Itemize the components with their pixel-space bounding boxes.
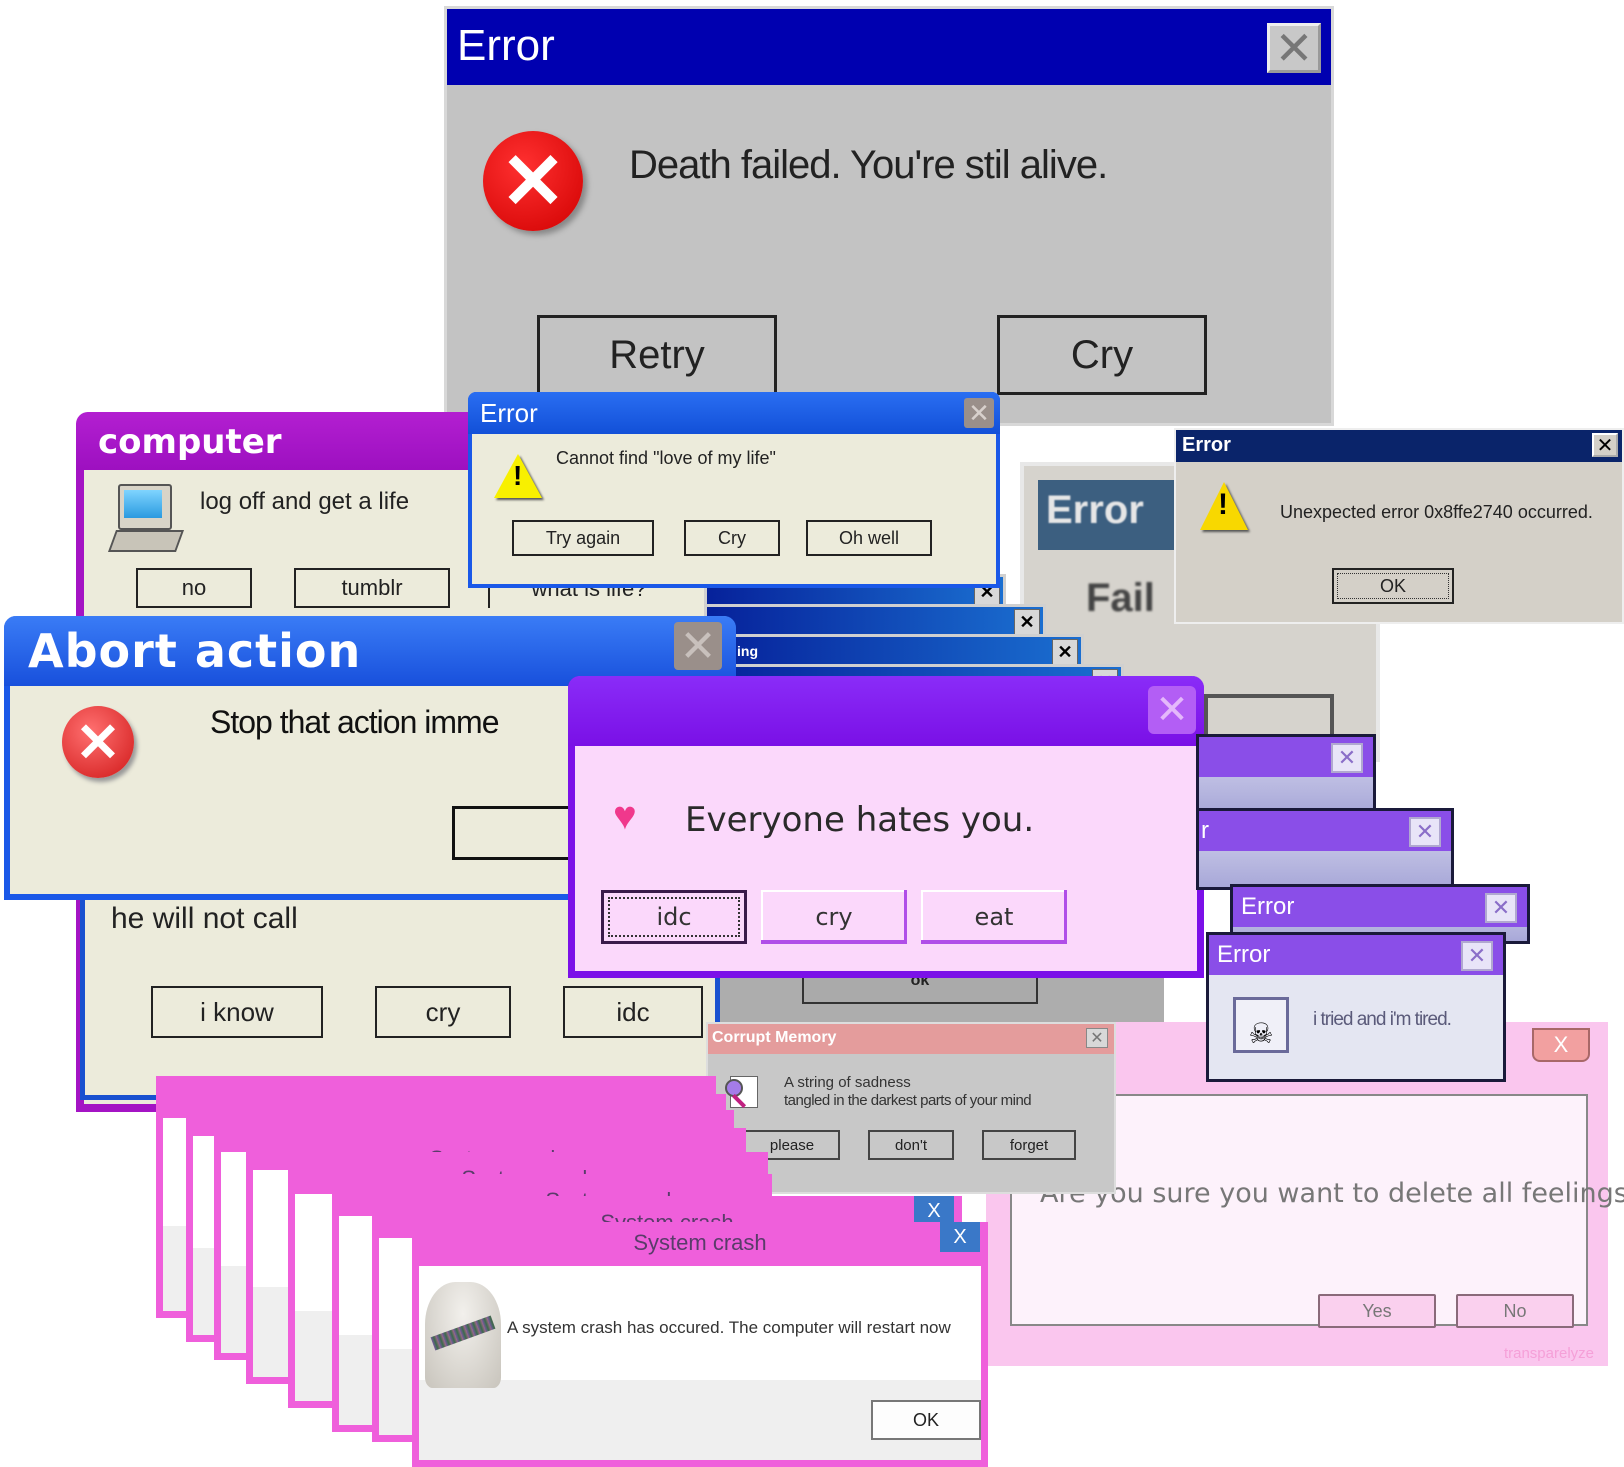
dialog-title: computer xyxy=(98,422,282,462)
dialog-title: Error xyxy=(457,21,555,70)
yes-button[interactable]: Yes xyxy=(1318,1294,1436,1328)
statue-image xyxy=(425,1282,501,1388)
dialog-message: he will not call xyxy=(111,902,298,935)
error-x-icon: ✕ xyxy=(62,706,134,778)
dialog-message: Fail xyxy=(1086,576,1155,620)
ok-button[interactable]: OK xyxy=(1332,568,1454,604)
close-icon: ✕ xyxy=(1090,1030,1104,1047)
close-icon: ✕ xyxy=(1596,434,1614,457)
idc-button[interactable]: idc xyxy=(601,890,747,944)
close-icon[interactable]: ✕ xyxy=(1409,817,1441,847)
dialog-message: Everyone hates you. xyxy=(685,800,1035,840)
dialog-message: i tried and i'm tired. xyxy=(1313,1009,1452,1030)
dont-button[interactable]: don't xyxy=(868,1130,954,1160)
close-icon[interactable]: ✕ xyxy=(1014,609,1040,635)
forget-button[interactable]: forget xyxy=(982,1130,1076,1160)
close-button[interactable]: ✕ xyxy=(964,398,994,428)
dialog-message: Death failed. You're stil alive. xyxy=(629,143,1108,187)
love-error-dialog: Error ✕ ! Cannot find "love of my life" … xyxy=(468,392,1000,588)
close-icon: ✕ xyxy=(968,397,990,428)
window-title: Error xyxy=(1217,941,1271,968)
close-icon[interactable]: ✕ xyxy=(1052,639,1078,665)
cry-button[interactable]: Cry xyxy=(997,315,1207,395)
message-line-1: A string of sadness xyxy=(784,1074,911,1091)
warning-exclaim: ! xyxy=(513,460,523,491)
dialog-title: Abort action xyxy=(28,624,362,678)
dialog-title: Error xyxy=(480,398,538,428)
close-button[interactable]: ✕ xyxy=(674,621,722,671)
window-title: System crash xyxy=(633,1230,767,1255)
close-button[interactable]: ✕ xyxy=(1592,433,1618,457)
oh-well-button[interactable]: Oh well xyxy=(806,520,932,556)
close-icon[interactable]: ✕ xyxy=(1331,743,1363,773)
dialog-title: Corrupt Memory xyxy=(712,1029,837,1046)
tumblr-button[interactable]: tumblr xyxy=(294,568,450,608)
system-crash-window-front: System crash X A system crash has occure… xyxy=(412,1222,988,1467)
try-again-button[interactable]: Try again xyxy=(512,520,654,556)
i-know-button[interactable]: i know xyxy=(151,986,323,1038)
message-line-2: tangled in the darkest parts of your min… xyxy=(784,1092,1032,1109)
stacked-window-bar: ✕ xyxy=(704,604,1046,638)
window-title: ing xyxy=(737,643,758,659)
close-button[interactable]: ✕ xyxy=(1267,22,1321,74)
window-title: Error xyxy=(1241,893,1295,920)
window-title: r xyxy=(1201,817,1209,844)
cry-button[interactable]: Cry xyxy=(684,520,780,556)
no-button[interactable]: no xyxy=(136,568,252,608)
close-icon: ✕ xyxy=(1274,22,1314,74)
title-bar: System crash X xyxy=(412,1222,988,1266)
error-x-icon: ✕ xyxy=(483,131,583,231)
close-icon: ✕ xyxy=(1155,688,1189,732)
title-bar: r ✕ xyxy=(1199,811,1451,851)
close-button[interactable]: X xyxy=(1532,1028,1590,1062)
heart-icon: ♥ xyxy=(613,794,637,838)
dialog-message: Cannot find "love of my life" xyxy=(556,448,776,468)
no-button[interactable]: No xyxy=(1456,1294,1574,1328)
eat-button[interactable]: eat xyxy=(921,890,1067,944)
magnifier-document-icon xyxy=(725,1076,758,1109)
death-error-dialog: Error ✕ ✕ Death failed. You're stil aliv… xyxy=(444,6,1334,426)
cry-button[interactable]: cry xyxy=(761,890,907,944)
unexpected-error-dialog: Error ✕ ! Unexpected error 0x8ffe2740 oc… xyxy=(1174,428,1624,624)
title-bar: ✕ xyxy=(1199,737,1373,777)
close-button[interactable]: X xyxy=(940,1222,980,1252)
cry-button[interactable]: cry xyxy=(375,986,511,1038)
dialog-message: Unexpected error 0x8ffe2740 occurred. xyxy=(1280,502,1593,522)
close-icon: ✕ xyxy=(679,621,717,671)
dialog-message: Stop that action imme xyxy=(210,704,499,740)
title-bar: Error ✕ xyxy=(447,9,1331,85)
idc-button[interactable]: idc xyxy=(563,986,703,1038)
title-bar: Error ✕ xyxy=(1209,935,1503,975)
purple-error-window: Error ✕ ☠ i tried and i'm tired. xyxy=(1206,932,1506,1082)
dialog-message: log off and get a life xyxy=(200,488,410,515)
watermark: transparelyze xyxy=(1503,1345,1594,1362)
purple-error-window: r ✕ xyxy=(1196,808,1454,890)
dialog-title: Error xyxy=(1182,434,1231,456)
dialog-message: Are you sure you want to delete all feel… xyxy=(1040,1178,1624,1209)
computer-icon xyxy=(107,484,185,552)
close-button[interactable]: ✕ xyxy=(1148,686,1196,734)
retry-button[interactable]: Retry xyxy=(537,315,777,395)
close-button[interactable]: ✕ xyxy=(1086,1028,1108,1048)
title-bar: ✕ xyxy=(568,676,1204,746)
ok-button[interactable]: OK xyxy=(871,1400,981,1440)
title-bar: Corrupt Memory ✕ xyxy=(708,1024,1114,1054)
floppy-skull-icon: ☠ xyxy=(1233,997,1289,1053)
stacked-window-bar: ing ✕ xyxy=(704,634,1084,668)
dialog-message: A system crash has occured. The computer… xyxy=(507,1318,951,1337)
purple-error-window: ✕ xyxy=(1196,734,1376,816)
title-bar: Error ✕ xyxy=(1176,430,1622,462)
warning-exclaim: ! xyxy=(1218,488,1228,521)
hates-dialog: ✕ ♥ Everyone hates you. idc cry eat xyxy=(568,676,1204,978)
close-icon[interactable]: ✕ xyxy=(1461,941,1493,971)
title-bar: Error ✕ xyxy=(1233,887,1527,927)
close-icon[interactable]: ✕ xyxy=(1485,893,1517,923)
title-bar: Error ✕ xyxy=(468,392,1000,434)
dialog-title: Error xyxy=(1046,488,1144,532)
